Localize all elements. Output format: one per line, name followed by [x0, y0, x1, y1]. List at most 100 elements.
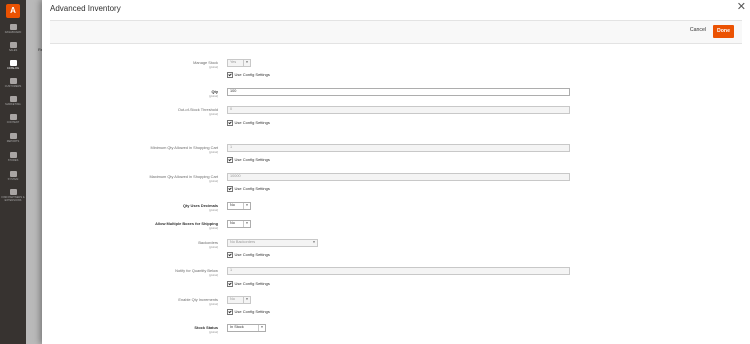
- max-qty-label: Maximum Qty Allowed in Shopping Cart [gl…: [58, 174, 218, 183]
- nav-label: SYSTEM: [7, 178, 19, 181]
- chevron-down-icon: ▼: [258, 325, 265, 331]
- field-scope: [global]: [208, 93, 218, 98]
- qty-increments-select[interactable]: No ▼: [227, 296, 251, 304]
- stock-status-label: Stock Status [global]: [58, 325, 218, 334]
- multiple-boxes-label: Allow Multiple Boxes for Shipping [globa…: [58, 221, 218, 230]
- qty-increments-label: Enable Qty Increments [global]: [58, 297, 218, 306]
- done-button[interactable]: Done: [713, 25, 734, 38]
- nav-stores[interactable]: STORES: [0, 152, 26, 162]
- field-scope: [global]: [208, 225, 218, 230]
- backorders-label: Backorders [global]: [58, 240, 218, 249]
- min-qty-label: Minimum Qty Allowed in Shopping Cart [gl…: [58, 145, 218, 154]
- dashboard-icon: [9, 24, 17, 30]
- modal-action-bar: Cancel Done: [50, 20, 742, 44]
- nav-label: REPORTS: [6, 140, 20, 143]
- partners-icon: [9, 189, 17, 195]
- chevron-down-icon: ▼: [243, 297, 250, 303]
- magento-logo[interactable]: A: [6, 4, 20, 18]
- nav-label: MARKETING: [5, 103, 21, 106]
- nav-label: CONTENT: [6, 121, 20, 124]
- gear-icon: [9, 171, 17, 177]
- qty-decimals-select[interactable]: No ▼: [227, 202, 251, 210]
- modal-title: Advanced Inventory: [50, 4, 121, 13]
- qty-label: Qty [global]: [58, 89, 218, 98]
- qty-input[interactable]: 100: [227, 88, 570, 96]
- nav-label: DASHBOARD: [4, 31, 22, 34]
- checkbox-icon[interactable]: [227, 120, 233, 126]
- select-value: No: [230, 203, 235, 207]
- nav-system[interactable]: SYSTEM: [0, 171, 26, 181]
- min-qty-use-config[interactable]: Use Config Settings: [227, 157, 270, 163]
- nav-label: CUSTOMERS: [4, 85, 22, 88]
- min-qty-input[interactable]: 1: [227, 144, 570, 152]
- field-scope: [global]: [208, 111, 218, 116]
- chevron-down-icon: ▼: [243, 203, 250, 209]
- notify-below-label: Notify for Quantity Below [global]: [58, 268, 218, 277]
- close-icon[interactable]: ✕: [737, 2, 746, 13]
- chevron-down-icon: ▼: [243, 60, 250, 66]
- checkbox-icon[interactable]: [227, 186, 233, 192]
- cancel-button[interactable]: Cancel: [690, 27, 706, 33]
- field-scope: [global]: [208, 272, 218, 277]
- out-of-stock-use-config[interactable]: Use Config Settings: [227, 120, 270, 126]
- multiple-boxes-select[interactable]: No ▼: [227, 220, 251, 228]
- select-value: In Stock: [230, 325, 244, 329]
- checkbox-icon[interactable]: [227, 309, 233, 315]
- nav-content[interactable]: CONTENT: [0, 114, 26, 124]
- nav-label: STORES: [7, 159, 19, 162]
- checkbox-icon[interactable]: [227, 72, 233, 78]
- field-scope: [global]: [208, 244, 218, 249]
- checkbox-icon[interactable]: [227, 281, 233, 287]
- nav-marketing[interactable]: MARKETING: [0, 96, 26, 106]
- backorders-use-config[interactable]: Use Config Settings: [227, 252, 270, 258]
- field-scope: [global]: [208, 64, 218, 69]
- store-icon: [9, 152, 17, 158]
- notify-below-input[interactable]: 1: [227, 267, 570, 275]
- nav-label: CATALOG: [6, 67, 19, 70]
- manage-stock-label: Manage Stock [global]: [58, 60, 218, 69]
- dollar-icon: [9, 42, 17, 48]
- field-scope: [global]: [208, 207, 218, 212]
- chevron-down-icon: ▼: [243, 221, 250, 227]
- checkbox-label: Use Config Settings: [234, 186, 270, 191]
- chevron-down-icon: ▼: [312, 240, 316, 244]
- manage-stock-use-config[interactable]: Use Config Settings: [227, 72, 270, 78]
- field-scope: [global]: [208, 301, 218, 306]
- qty-decimals-label: Qty Uses Decimals [global]: [58, 203, 218, 212]
- checkbox-icon[interactable]: [227, 252, 233, 258]
- customers-icon: [9, 78, 17, 84]
- nav-label: SALES: [8, 49, 18, 52]
- nav-reports[interactable]: REPORTS: [0, 133, 26, 143]
- stock-status-select[interactable]: In Stock ▼: [227, 324, 266, 332]
- cube-icon: [9, 60, 17, 66]
- bar-chart-icon: [9, 133, 17, 139]
- manage-stock-select[interactable]: Yes ▼: [227, 59, 251, 67]
- select-value: Yes: [230, 60, 237, 64]
- nav-partners[interactable]: FIND PARTNERS & EXTENSIONS: [0, 189, 26, 202]
- max-qty-use-config[interactable]: Use Config Settings: [227, 186, 270, 192]
- checkbox-icon[interactable]: [227, 157, 233, 163]
- checkbox-label: Use Config Settings: [234, 120, 270, 125]
- content-icon: [9, 114, 17, 120]
- nav-catalog[interactable]: CATALOG: [0, 60, 26, 70]
- nav-sales[interactable]: SALES: [0, 42, 26, 52]
- nav-label: FIND PARTNERS & EXTENSIONS: [1, 196, 25, 202]
- out-of-stock-label: Out-of-Stock Threshold [global]: [58, 107, 218, 116]
- megaphone-icon: [9, 96, 17, 102]
- backorders-select[interactable]: No Backorders ▼: [227, 239, 318, 247]
- field-scope: [global]: [208, 329, 218, 334]
- select-value: No Backorders: [230, 240, 256, 244]
- checkbox-label: Use Config Settings: [234, 281, 270, 286]
- checkbox-label: Use Config Settings: [234, 309, 270, 314]
- qty-increments-use-config[interactable]: Use Config Settings: [227, 309, 270, 315]
- field-scope: [global]: [208, 149, 218, 154]
- checkbox-label: Use Config Settings: [234, 252, 270, 257]
- nav-customers[interactable]: CUSTOMERS: [0, 78, 26, 88]
- notify-below-use-config[interactable]: Use Config Settings: [227, 281, 270, 287]
- select-value: No: [230, 297, 235, 301]
- checkbox-label: Use Config Settings: [234, 72, 270, 77]
- out-of-stock-input[interactable]: 0: [227, 106, 570, 114]
- nav-dashboard[interactable]: DASHBOARD: [0, 24, 26, 34]
- advanced-inventory-modal: Advanced Inventory ✕ Cancel Done Manage …: [42, 0, 750, 344]
- max-qty-input[interactable]: 10000: [227, 173, 570, 181]
